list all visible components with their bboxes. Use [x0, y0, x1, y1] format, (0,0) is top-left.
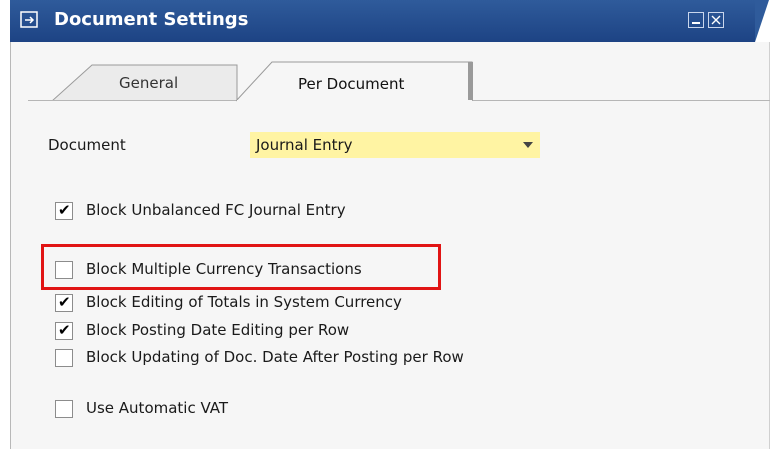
document-value: Journal Entry	[256, 136, 353, 154]
checkbox-label: Block Unbalanced FC Journal Entry	[86, 201, 346, 219]
dropdown-arrow-icon[interactable]	[523, 142, 533, 148]
checkbox-label: Use Automatic VAT	[86, 399, 229, 417]
close-icon[interactable]	[708, 12, 724, 28]
document-label: Document	[48, 136, 126, 154]
tab-per-document[interactable]: Per Document	[236, 61, 481, 102]
window-title: Document Settings	[54, 9, 249, 30]
checkbox-label: Block Posting Date Editing per Row	[86, 321, 350, 339]
window-icon	[20, 11, 38, 28]
title-bar-edge	[755, 0, 769, 42]
tab-general[interactable]: General	[52, 64, 257, 101]
checkbox-block-updating-doc-date[interactable]	[55, 349, 73, 367]
checkbox-block-editing-totals[interactable]	[55, 293, 73, 312]
tab-general-label: General	[119, 74, 179, 92]
checkbox-block-unbalanced-fc[interactable]	[55, 201, 73, 220]
document-dropdown[interactable]: Journal Entry	[250, 132, 540, 158]
minimize-icon[interactable]	[688, 12, 704, 28]
checkbox-use-automatic-vat[interactable]	[55, 400, 73, 418]
checkbox-label: Block Editing of Totals in System Curren…	[86, 293, 402, 311]
title-bar[interactable]: Document Settings	[10, 0, 755, 42]
annotation-highlight-box	[41, 244, 441, 290]
checkbox-label: Block Updating of Doc. Date After Postin…	[86, 348, 464, 366]
checkbox-block-posting-date[interactable]	[55, 321, 73, 340]
tab-per-document-label: Per Document	[298, 75, 405, 93]
